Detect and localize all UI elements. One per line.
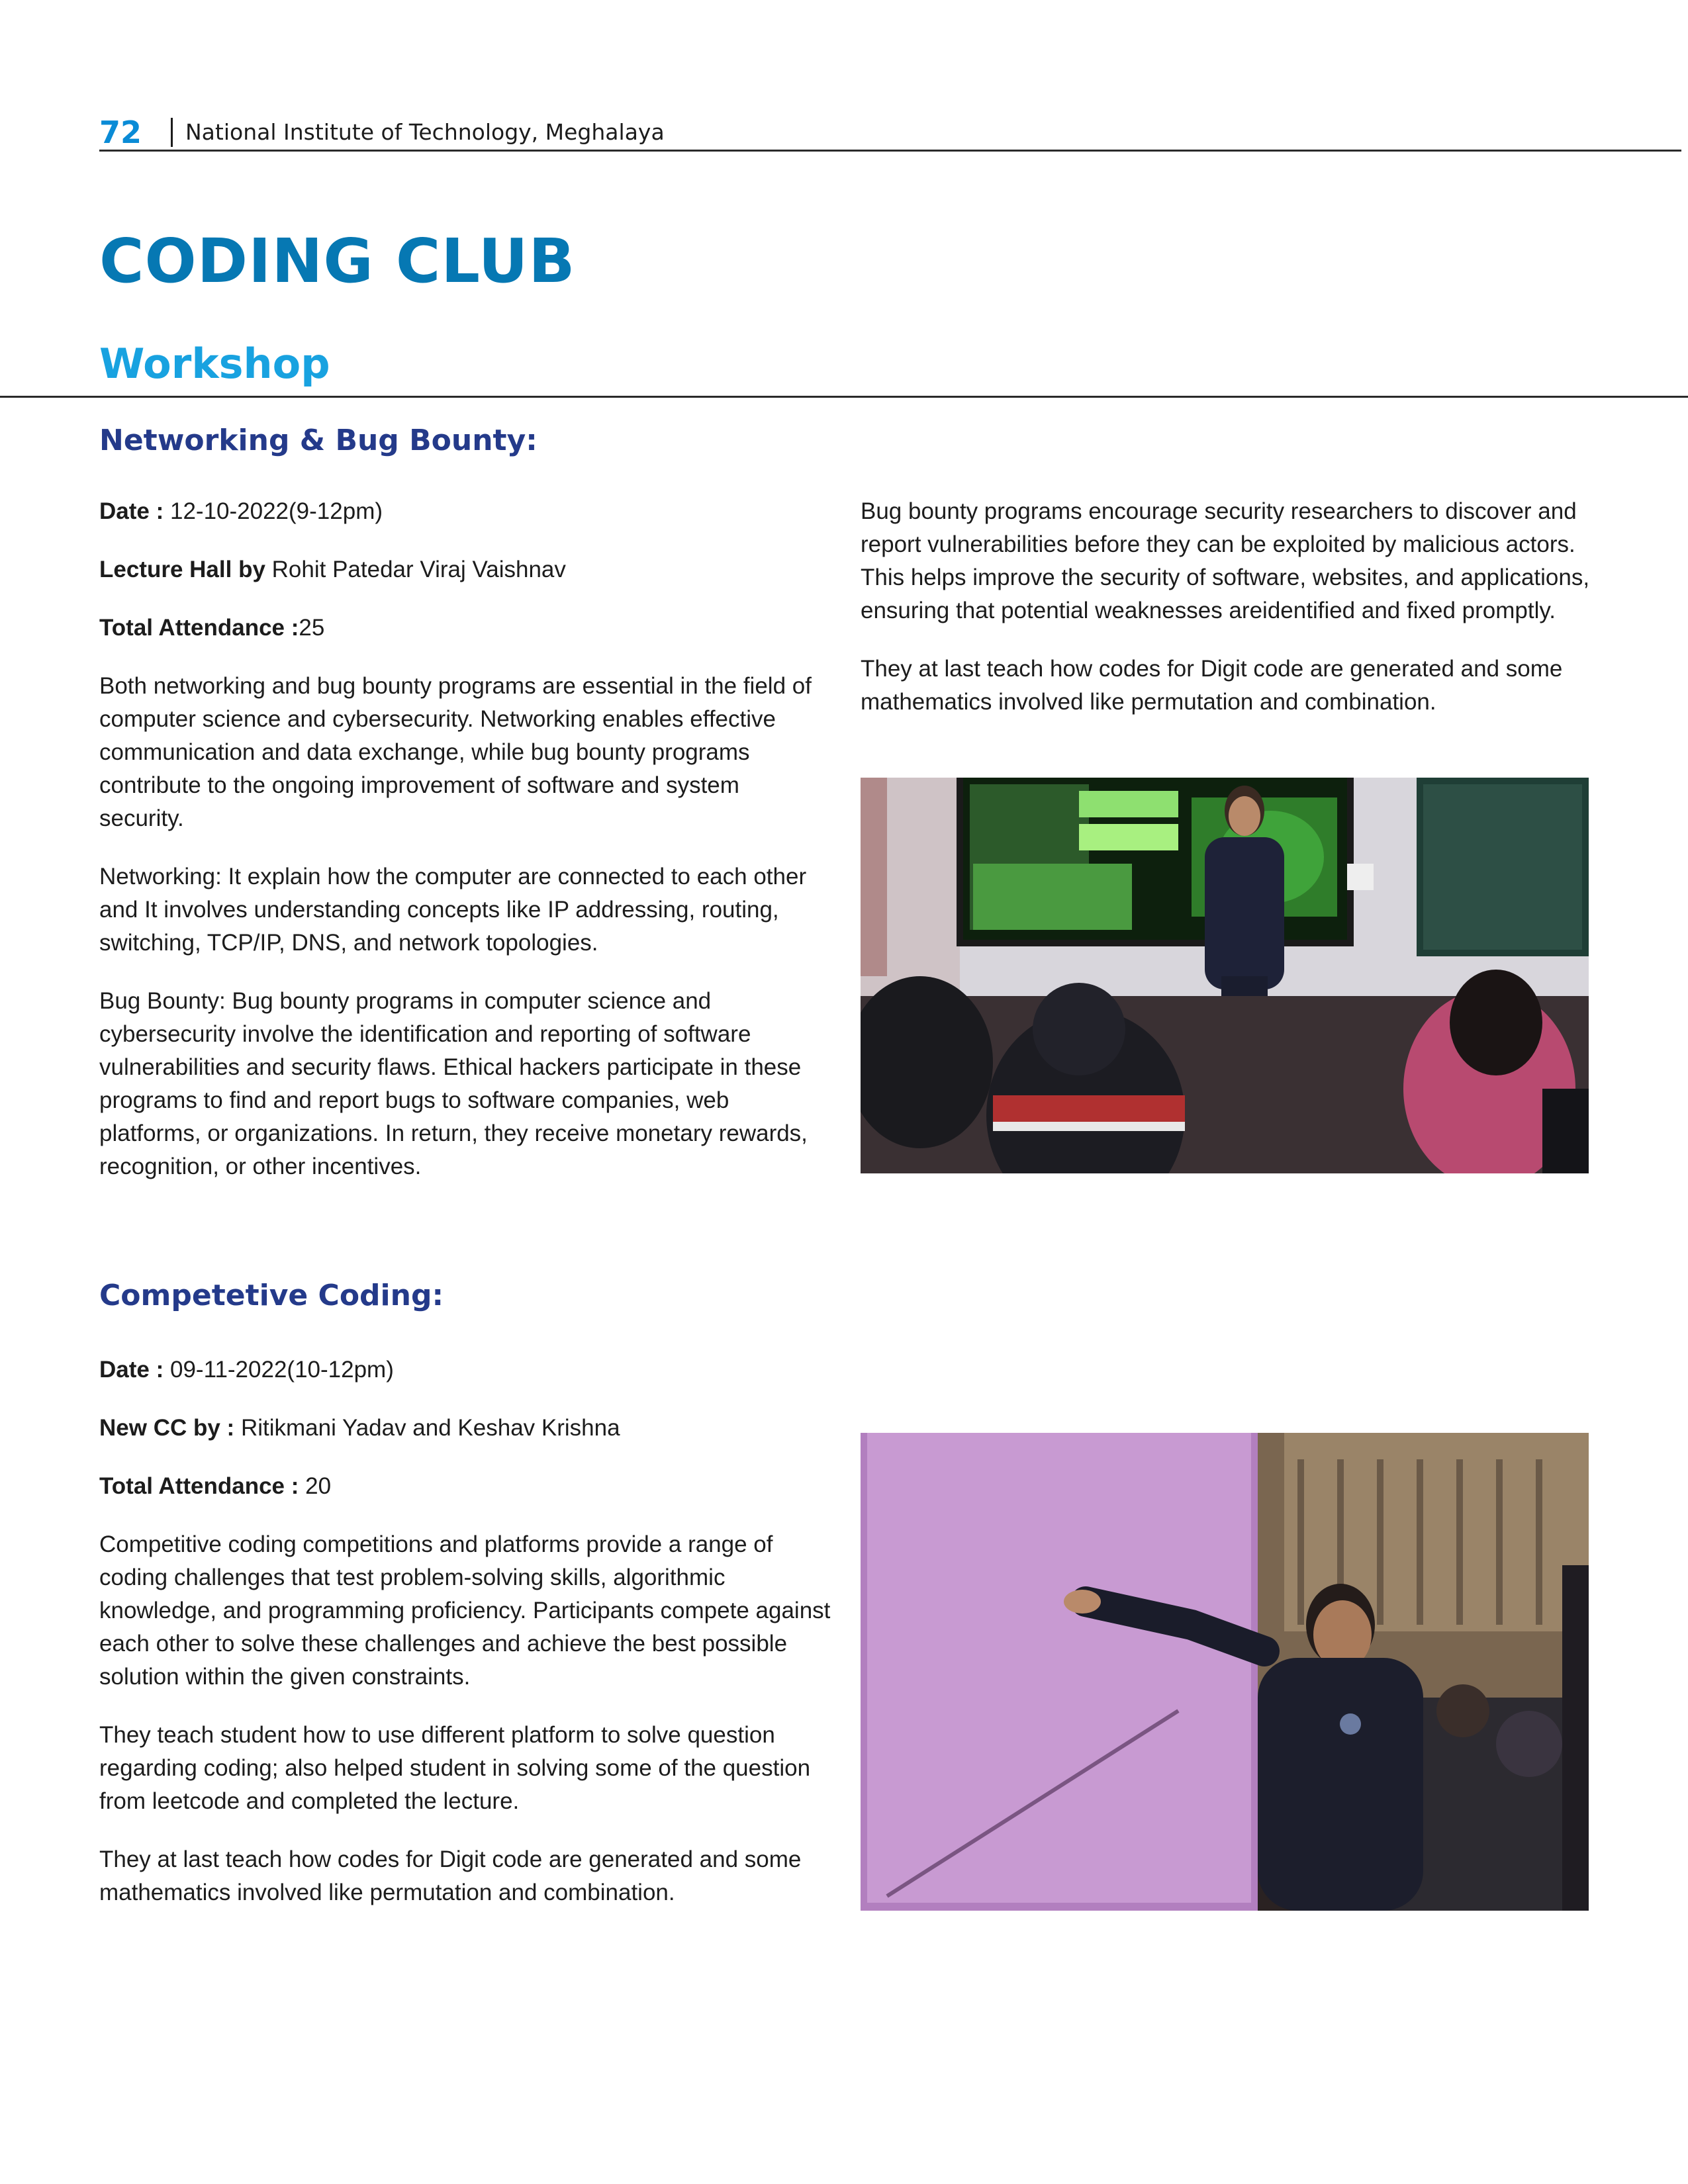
attendance-label: Total Attendance : <box>99 615 299 641</box>
attendance-label: Total Attendance : <box>99 1473 299 1499</box>
institution-name: National Institute of Technology, Meghal… <box>185 119 665 145</box>
page-number: 72 <box>99 114 142 150</box>
competitive-coding-photo <box>861 1433 1589 1911</box>
paragraph: Bug bounty programs encourage security r… <box>861 498 1590 623</box>
paragraph: Bug Bounty: Bug bounty programs in compu… <box>99 988 808 1179</box>
networking-workshop-photo <box>861 778 1589 1173</box>
page-header: 72 National Institute of Technology, Meg… <box>99 114 1681 151</box>
section-heading-competitive-coding: Competetive Coding: <box>99 1279 444 1312</box>
page-title: CODING CLUB <box>99 226 576 296</box>
section1-attendance: Total Attendance :25 <box>99 612 821 645</box>
paragraph: Both networking and bug bounty programs … <box>99 673 812 831</box>
section1-left-column: Date : 12-10-2022(9-12pm) Lecture Hall b… <box>99 495 821 1208</box>
cc-label: New CC by : <box>99 1415 235 1441</box>
date-value: 12-10-2022(9-12pm) <box>169 498 383 524</box>
header-rule <box>99 150 1681 152</box>
header-divider <box>171 118 173 147</box>
lecture-label: Lecture Hall by <box>99 557 265 582</box>
section2-attendance: Total Attendance : 20 <box>99 1470 834 1503</box>
attendance-value: 25 <box>299 615 325 641</box>
paragraph: They teach student how to use different … <box>99 1722 811 1814</box>
paragraph: They at last teach how codes for Digit c… <box>99 1846 802 1905</box>
section1-lecture: Lecture Hall by Rohit Patedar Viraj Vais… <box>99 553 821 586</box>
subtitle-rule <box>0 396 1688 398</box>
paragraph: Competitive coding competitions and plat… <box>99 1531 831 1690</box>
date-label: Date : <box>99 498 164 524</box>
paragraph: Networking: It explain how the computer … <box>99 864 807 956</box>
section1-date: Date : 12-10-2022(9-12pm) <box>99 495 821 528</box>
page-subtitle: Workshop <box>99 340 330 388</box>
section1-right-column: Bug bounty programs encourage security r… <box>861 495 1595 744</box>
attendance-value: 20 <box>305 1473 332 1499</box>
cc-value: Ritikmani Yadav and Keshav Krishna <box>240 1415 620 1441</box>
section2-cc: New CC by : Ritikmani Yadav and Keshav K… <box>99 1412 834 1445</box>
section-heading-networking: Networking & Bug Bounty: <box>99 424 538 457</box>
lecture-value: Rohit Patedar Viraj Vaishnav <box>271 557 566 582</box>
paragraph: They at last teach how codes for Digit c… <box>861 656 1563 715</box>
section2-left-column: Date : 09-11-2022(10-12pm) New CC by : R… <box>99 1353 834 1934</box>
section2-date: Date : 09-11-2022(10-12pm) <box>99 1353 834 1387</box>
date-label: Date : <box>99 1357 164 1383</box>
date-value: 09-11-2022(10-12pm) <box>169 1357 394 1383</box>
